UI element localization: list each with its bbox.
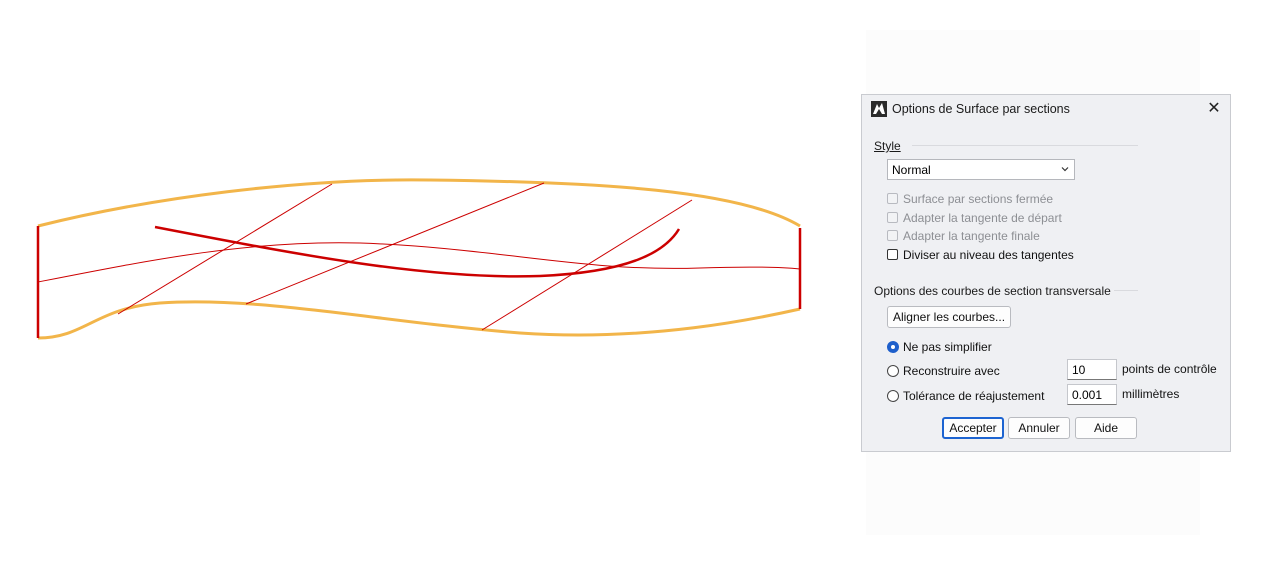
radio-button[interactable] — [887, 365, 899, 377]
isocurve-2 — [245, 182, 545, 305]
cross-section-divider — [1114, 290, 1138, 291]
checkbox-box[interactable] — [887, 249, 898, 260]
cross-section-options-label: Options des courbes de section transvers… — [874, 284, 1111, 298]
checkbox-label: Adapter la tangente de départ — [903, 211, 1062, 225]
rebuild-points-unit: points de contrôle — [1122, 362, 1217, 376]
style-select[interactable]: Normal — [887, 159, 1075, 180]
rhino-app-icon — [871, 101, 887, 117]
checkbox-box — [887, 212, 898, 223]
isocurve-3 — [481, 199, 693, 331]
title-bar[interactable]: Options de Surface par sections ✕ — [862, 95, 1230, 123]
radio-button[interactable] — [887, 390, 899, 402]
accept-button[interactable]: Accepter — [942, 417, 1004, 439]
checkbox-box — [887, 193, 898, 204]
checkbox-label: Diviser au niveau des tangentes — [903, 248, 1074, 262]
dialog-title: Options de Surface par sections — [892, 102, 1070, 116]
longitudinal-isocurve — [37, 242, 801, 283]
loft-preview-canvas — [36, 178, 802, 340]
help-button[interactable]: Aide — [1075, 417, 1137, 439]
cancel-button[interactable]: Annuler — [1008, 417, 1070, 439]
radio-label: Ne pas simplifier — [903, 340, 992, 354]
rhino-viewport[interactable] — [0, 0, 850, 570]
top-edge-curve — [37, 178, 801, 228]
radio-button[interactable] — [887, 341, 899, 353]
checkbox-label: Surface par sections fermée — [903, 192, 1054, 206]
align-curves-button[interactable]: Aligner les courbes... — [887, 306, 1011, 328]
loft-options-dialog: Options de Surface par sections ✕ Style … — [861, 94, 1231, 452]
close-icon[interactable]: ✕ — [1204, 99, 1224, 119]
style-select-value: Normal — [892, 163, 931, 177]
tolerance-unit: millimètres — [1122, 387, 1180, 401]
bottom-edge-curve — [37, 300, 801, 340]
radio-label: Reconstruire avec — [903, 364, 1000, 378]
radio-label: Tolérance de réajustement — [903, 389, 1045, 403]
tolerance-input[interactable] — [1067, 384, 1117, 405]
style-section-divider — [912, 145, 1138, 146]
checkbox-box — [887, 230, 898, 241]
chevron-down-icon — [1061, 167, 1069, 172]
rebuild-points-input[interactable] — [1067, 359, 1117, 380]
style-section-label: Style — [874, 139, 901, 153]
checkbox-label: Adapter la tangente finale — [903, 229, 1040, 243]
